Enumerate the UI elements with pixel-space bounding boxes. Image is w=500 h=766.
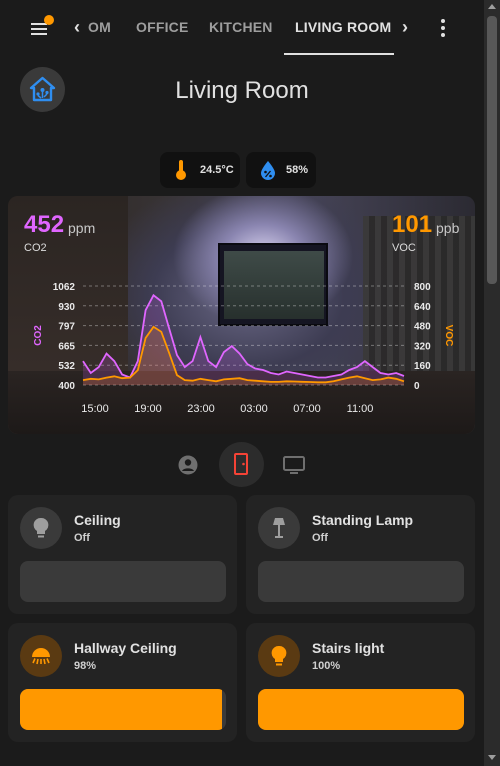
card-name: Standing Lamp (312, 512, 414, 528)
floor-lamp-icon (273, 518, 285, 538)
hamburger-line (31, 28, 47, 30)
chevron-right-icon[interactable]: › (402, 17, 408, 38)
brightness-slider[interactable] (20, 561, 226, 602)
tab-previous[interactable]: OM (88, 19, 111, 35)
tab-kitchen[interactable]: KITCHEN (209, 19, 273, 35)
tv-icon[interactable] (282, 455, 306, 475)
x-tick-label: 19:00 (134, 403, 162, 415)
card-state: 100% (312, 660, 341, 672)
chevron-left-icon[interactable]: ‹ (74, 17, 80, 38)
door-button[interactable] (219, 442, 264, 487)
y-left-tick-label: 665 (58, 341, 75, 352)
ceiling-light-icon (32, 648, 50, 665)
card-icon-button[interactable] (20, 635, 62, 677)
card-name: Ceiling (74, 512, 121, 528)
y-right-tick-label: 640 (414, 302, 431, 313)
y-left-tick-label: 532 (58, 361, 75, 372)
scrollbar[interactable] (484, 0, 500, 766)
light-card-ceiling[interactable]: Ceiling Off (8, 495, 237, 614)
temperature-chip[interactable]: 24.5°C (160, 152, 240, 188)
card-state: 98% (74, 660, 97, 672)
x-tick-label: 23:00 (187, 403, 215, 415)
y-right-tick-label: 160 (414, 361, 431, 372)
series-area-co2 (83, 295, 404, 385)
notification-dot (44, 15, 54, 25)
card-icon-button[interactable] (20, 507, 62, 549)
menu-button[interactable] (26, 14, 54, 42)
y-left-tick-label: 797 (58, 322, 75, 333)
door-icon (234, 453, 248, 475)
humidity-value: 58% (286, 164, 309, 176)
x-tick-label: 15:00 (81, 403, 109, 415)
bulb-icon (33, 517, 49, 538)
card-state: Off (312, 532, 328, 544)
y-right-tick-label: 0 (414, 381, 420, 392)
y-right-tick-label: 800 (414, 282, 431, 293)
card-icon-button[interactable] (258, 507, 300, 549)
x-tick-label: 11:00 (347, 403, 374, 415)
light-card-stairs-light[interactable]: Stairs light 100% (246, 623, 475, 742)
tab-living-room[interactable]: LIVING ROOM (295, 19, 391, 35)
y-left-axis-label: CO2 (33, 325, 44, 346)
water-percent-icon (261, 161, 275, 180)
y-left-tick-label: 1062 (53, 282, 76, 293)
card-state: Off (74, 532, 90, 544)
y-right-tick-label: 480 (414, 322, 431, 333)
camera-view[interactable]: 452 ppm CO2 101 ppb VOC 1062 930 797 665 532… (8, 196, 475, 434)
brightness-fill (20, 689, 222, 730)
hamburger-line (31, 33, 47, 35)
card-name: Stairs light (312, 640, 385, 656)
person-icon[interactable] (177, 454, 199, 476)
scroll-up-arrow[interactable] (488, 4, 496, 9)
light-card-hallway-ceiling[interactable]: Hallway Ceiling 98% (8, 623, 237, 742)
card-icon-button[interactable] (258, 635, 300, 677)
bulb-icon (271, 645, 287, 666)
humidity-chip[interactable]: 58% (246, 152, 316, 188)
scroll-thumb[interactable] (487, 16, 497, 284)
y-left-tick-label: 930 (58, 302, 75, 313)
card-name: Hallway Ceiling (74, 640, 177, 656)
top-app-bar: ‹ OM OFFICE KITCHEN LIVING ROOM › (0, 0, 484, 56)
scroll-down-arrow[interactable] (488, 755, 496, 760)
light-card-standing-lamp[interactable]: Standing Lamp Off (246, 495, 475, 614)
more-options-icon[interactable] (440, 18, 446, 38)
sensor-history-chart: 1062 930 797 665 532 400 800 640 480 320 160 0 15:00… (33, 282, 454, 415)
y-right-tick-label: 320 (414, 341, 431, 352)
y-right-axis-label: VOC (443, 325, 454, 347)
thermometer-icon (176, 160, 186, 180)
tab-office[interactable]: OFFICE (136, 19, 189, 35)
x-tick-label: 07:00 (293, 403, 321, 415)
active-tab-indicator (284, 53, 394, 55)
brightness-slider[interactable] (258, 689, 464, 730)
x-tick-label: 03:00 (240, 403, 268, 415)
temperature-value: 24.5°C (200, 164, 234, 176)
brightness-fill (258, 689, 464, 730)
brightness-slider[interactable] (258, 561, 464, 602)
page-title: Living Room (175, 77, 309, 104)
y-left-tick-label: 400 (58, 381, 75, 392)
brightness-slider[interactable] (20, 689, 226, 730)
